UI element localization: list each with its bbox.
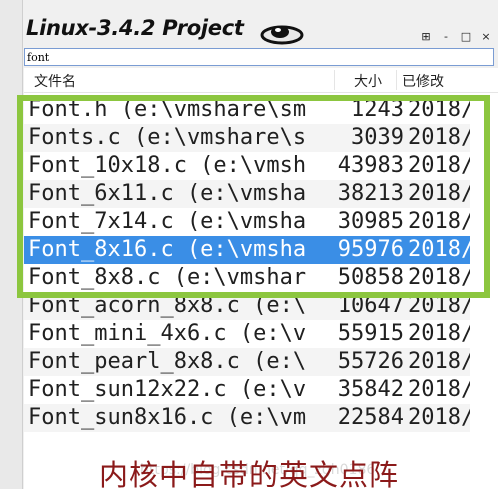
column-header-name[interactable]: 文件名 (34, 71, 76, 91)
file-date-cell: 2018/ (408, 377, 470, 402)
file-date-cell: 2018/ (408, 405, 470, 430)
file-name-cell: Font_sun12x22.c (e:\v (28, 377, 307, 402)
file-date-cell: 2018/ (408, 349, 470, 374)
window-controls: ⊞ - □ × (420, 30, 492, 46)
file-name-cell: Font_sun8x16.c (e:\vm (28, 405, 307, 430)
file-size-cell: 55915 (337, 321, 404, 346)
file-size-cell: 55726 (337, 349, 404, 374)
column-header-date[interactable]: 已修改 (402, 71, 444, 91)
table-row[interactable]: Font_pearl_8x8.c (e:\ 55726 2018/ (24, 348, 470, 376)
table-row[interactable]: Font_sun12x22.c (e:\v 35842 2018/ (24, 376, 470, 404)
file-name-cell: Font_mini_4x6.c (e:\v (28, 321, 307, 346)
search-box (24, 48, 494, 66)
column-divider[interactable] (396, 70, 397, 90)
search-input[interactable] (27, 49, 487, 65)
list-header: 文件名 大小 已修改 (24, 68, 498, 93)
project-logo-icon (260, 25, 304, 45)
minimize-icon[interactable]: - (440, 30, 452, 44)
file-date-cell: 2018/ (408, 321, 470, 346)
highlight-box (17, 95, 490, 298)
title-bar: Linux-3.4.2 Project ⊞ - □ × (22, 14, 498, 48)
table-row[interactable]: Font_sun8x16.c (e:\vm 22584 2018/ (24, 404, 470, 432)
project-window: Linux-3.4.2 Project ⊞ - □ × 文件名 大小 已修改 F… (0, 0, 498, 489)
pin-icon[interactable]: ⊞ (420, 30, 432, 44)
column-header-size[interactable]: 大小 (354, 71, 382, 91)
file-name-cell: Font_pearl_8x8.c (e:\ (28, 349, 307, 374)
window-title: Linux-3.4.2 Project (26, 16, 244, 40)
annotation-caption: 内核中自带的英文点阵 (98, 458, 399, 489)
table-row[interactable]: Font_mini_4x6.c (e:\v 55915 2018/ (24, 320, 470, 348)
file-size-cell: 35842 (337, 377, 404, 402)
file-size-cell: 22584 (337, 405, 404, 430)
column-divider[interactable] (334, 70, 335, 90)
maximize-icon[interactable]: □ (460, 30, 472, 44)
close-icon[interactable]: × (480, 30, 492, 44)
